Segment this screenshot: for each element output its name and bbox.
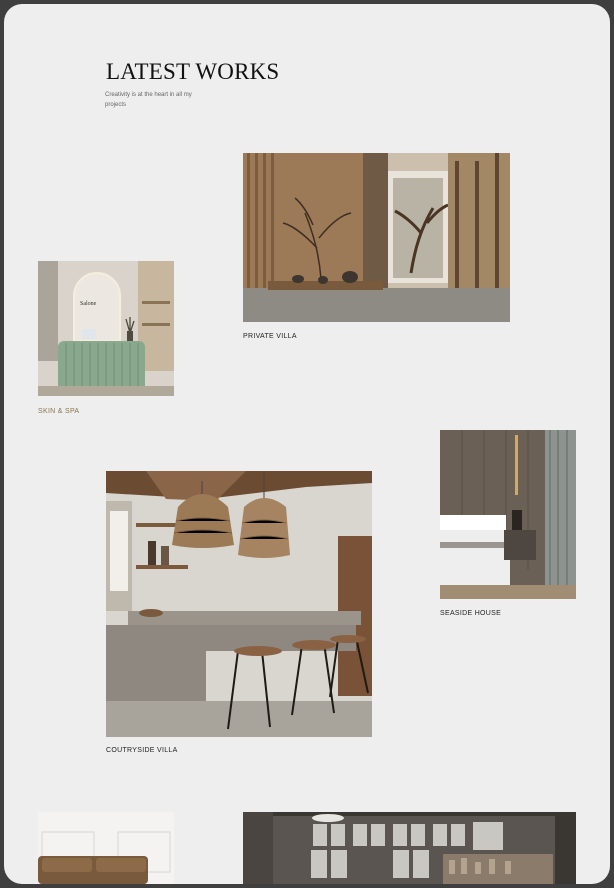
living-room-image[interactable] — [38, 812, 174, 884]
work-caption-seaside-house[interactable]: SEASIDE HOUSE — [440, 610, 501, 617]
private-villa-image[interactable] — [243, 153, 510, 322]
page-title: LATEST WORKS — [106, 59, 280, 84]
work-card-seaside-house[interactable]: SEASIDE HOUSE — [440, 430, 576, 617]
work-card-living-room[interactable] — [38, 812, 174, 884]
work-caption-coutryside-villa[interactable]: COUTRYSIDE VILLA — [106, 747, 178, 754]
work-card-industrial-loft[interactable] — [243, 812, 576, 884]
work-caption-private-villa[interactable]: PRIVATE VILLA — [243, 333, 297, 340]
page-frame: LATEST WORKS Creativity is at the heart … — [4, 4, 610, 884]
work-card-skin-spa[interactable]: Salone SKIN & SPA — [38, 261, 174, 415]
industrial-loft-image[interactable] — [243, 812, 576, 884]
spa-sign-text: Salone — [80, 301, 97, 307]
seaside-house-image[interactable] — [440, 430, 576, 599]
work-card-coutryside-villa[interactable]: COUTRYSIDE VILLA — [106, 471, 372, 754]
page-subtitle: Creativity is at the heart in all my pro… — [105, 92, 192, 108]
coutryside-villa-image[interactable] — [106, 471, 372, 737]
work-card-private-villa[interactable]: PRIVATE VILLA — [243, 153, 510, 340]
skin-spa-image[interactable]: Salone — [38, 261, 174, 396]
work-caption-skin-spa[interactable]: SKIN & SPA — [38, 408, 79, 415]
